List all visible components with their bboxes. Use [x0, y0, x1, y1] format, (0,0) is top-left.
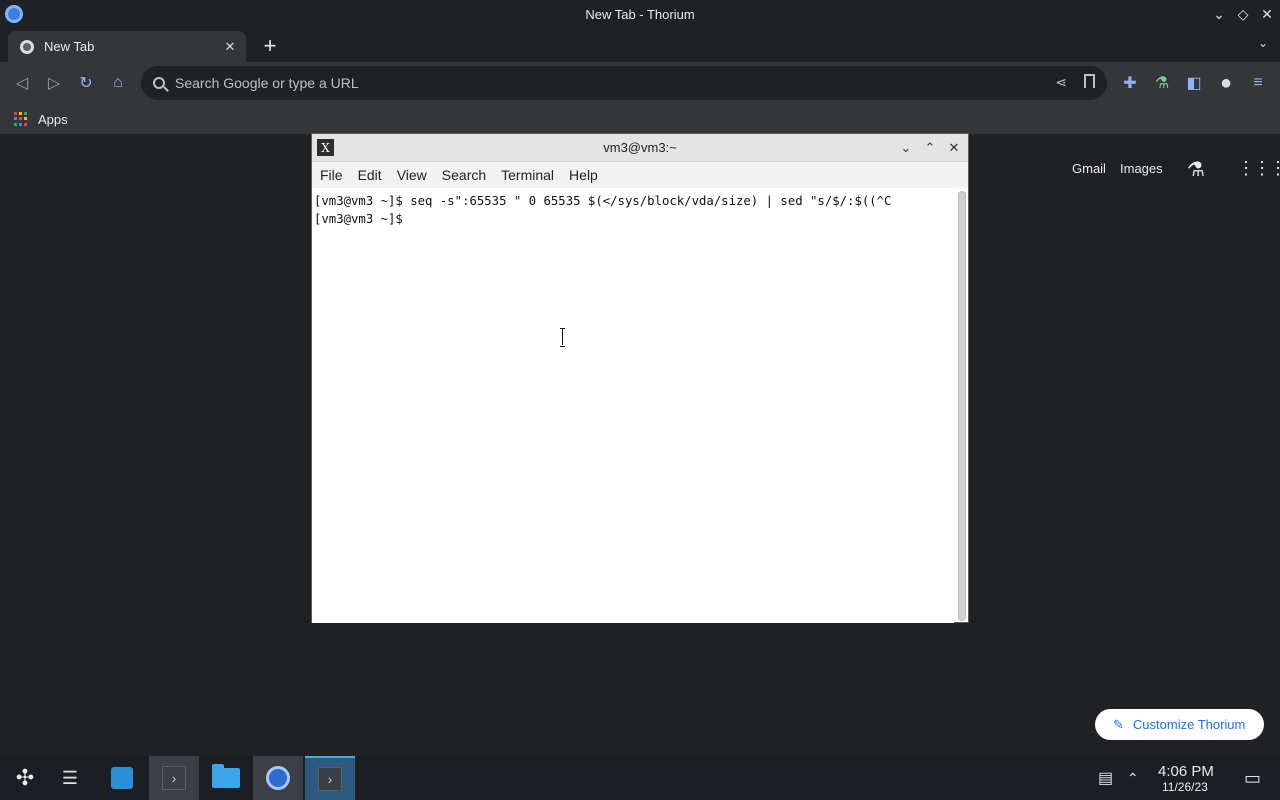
thorium-logo-icon	[5, 5, 23, 23]
terminal-maximize-button[interactable]: ⌃	[922, 138, 938, 158]
folder-icon	[212, 764, 240, 788]
terminal-title-bar[interactable]: X vm3@vm3:~ ⌄ ⌃ ✕	[312, 134, 968, 162]
menu-file[interactable]: File	[320, 167, 343, 183]
clock-date[interactable]: 11/26/23	[1162, 780, 1208, 794]
terminal-window-controls: ⌄ ⌃ ✕	[898, 138, 962, 158]
terminal-scrollbar[interactable]	[958, 191, 966, 621]
apps-shortcut[interactable]: Apps	[38, 112, 68, 127]
customize-label: Customize Thorium	[1132, 717, 1246, 732]
konsole-task-button[interactable]: ›	[149, 756, 199, 800]
system-settings-button[interactable]: ☰	[45, 756, 95, 800]
browser-title-bar: New Tab - Thorium ⌄ ◇ ✕	[0, 0, 1280, 28]
tab-strip: New Tab ✕ + ⌄	[0, 28, 1280, 62]
xterm-icon: X	[317, 139, 334, 156]
menu-search[interactable]: Search	[442, 167, 486, 183]
apps-grid-icon	[14, 112, 28, 126]
menu-icon[interactable]: ≡	[1246, 71, 1270, 95]
menu-view[interactable]: View	[397, 167, 427, 183]
terminal-icon: ›	[318, 767, 342, 791]
minimize-button[interactable]: ⌄	[1212, 4, 1226, 24]
home-button[interactable]: ⌂	[106, 71, 130, 95]
tab-label: New Tab	[44, 39, 95, 54]
chrome-favicon-icon	[20, 39, 34, 54]
sliders-icon: ☰	[61, 767, 79, 788]
tab-search-chevron-icon[interactable]: ⌄	[1258, 36, 1268, 50]
pencil-icon: ✎	[1113, 716, 1124, 732]
back-button[interactable]: ◁	[10, 71, 34, 95]
address-input[interactable]	[175, 75, 995, 91]
terminal-output[interactable]: [vm3@vm3 ~]$ seq -s":65535 " 0 65535 $(<…	[312, 189, 954, 623]
store-bag-icon	[111, 767, 133, 789]
clock-time[interactable]: 4:06 PM	[1158, 763, 1214, 780]
terminal-line: [vm3@vm3 ~]$	[314, 212, 403, 226]
new-tab-button[interactable]: +	[258, 33, 282, 58]
bookmarks-bar: Apps	[0, 104, 1280, 134]
terminal-task-button[interactable]: ›	[305, 756, 355, 800]
clipboard-icon[interactable]: ▤	[1098, 756, 1113, 800]
tab-new-tab[interactable]: New Tab ✕	[8, 31, 246, 62]
side-panel-icon[interactable]: ◧	[1182, 71, 1206, 95]
terminal-line: [vm3@vm3 ~]$ seq -s":65535 " 0 65535 $(<…	[314, 194, 892, 208]
omnibox[interactable]: ⋖	[141, 66, 1107, 100]
terminal-close-button[interactable]: ✕	[946, 138, 962, 158]
show-desktop-icon[interactable]: ▭	[1244, 756, 1261, 800]
launcher-icon: ✣	[15, 765, 35, 790]
images-link[interactable]: Images	[1120, 161, 1163, 176]
gmail-link[interactable]: Gmail	[1072, 161, 1106, 176]
share-icon[interactable]: ⋖	[1055, 74, 1067, 91]
google-apps-grid-icon[interactable]: ⋮⋮⋮	[1237, 158, 1280, 179]
window-controls: ⌄ ◇ ✕	[1212, 4, 1274, 24]
terminal-title: vm3@vm3:~	[603, 140, 677, 155]
window-title: New Tab - Thorium	[585, 6, 695, 22]
reload-button[interactable]: ↻	[74, 71, 98, 95]
taskbar: ✣ ☰ › › ▤ ⌃ 4:06 PM 11/26/23 ▭	[0, 756, 1280, 800]
terminal-icon: ›	[162, 766, 186, 790]
close-window-button[interactable]: ✕	[1260, 4, 1274, 24]
labs-flask-icon[interactable]: ⚗	[1187, 157, 1205, 182]
customize-button[interactable]: ✎ Customize Thorium	[1095, 709, 1264, 740]
browser-toolbar: ◁ ▷ ↻ ⌂ ⋖ ✚ ⚗ ◧ ● ≡	[0, 62, 1280, 104]
terminal-minimize-button[interactable]: ⌄	[898, 138, 914, 158]
menu-edit[interactable]: Edit	[358, 167, 382, 183]
bookmark-star-icon[interactable]	[1084, 74, 1095, 88]
extensions-puzzle-icon[interactable]: ✚	[1118, 71, 1142, 95]
tray-expand-chevron-icon[interactable]: ⌃	[1127, 756, 1139, 800]
search-icon	[153, 77, 165, 89]
menu-terminal[interactable]: Terminal	[501, 167, 554, 183]
labs-flask-icon[interactable]: ⚗	[1150, 71, 1174, 95]
tab-close-button[interactable]: ✕	[220, 37, 240, 57]
terminal-menubar: File Edit View Search Terminal Help	[312, 162, 968, 188]
menu-help[interactable]: Help	[569, 167, 598, 183]
discover-store-button[interactable]	[97, 756, 147, 800]
text-cursor-icon	[559, 326, 567, 348]
thorium-icon	[266, 766, 290, 790]
terminal-window[interactable]: X vm3@vm3:~ ⌄ ⌃ ✕ File Edit View Search …	[311, 133, 969, 623]
maximize-button[interactable]: ◇	[1236, 4, 1250, 24]
forward-button[interactable]: ▷	[42, 71, 66, 95]
app-launcher-button[interactable]: ✣	[0, 756, 50, 800]
profile-avatar-icon[interactable]: ●	[1214, 71, 1238, 95]
file-manager-button[interactable]	[201, 756, 251, 800]
thorium-task-button[interactable]	[253, 756, 303, 800]
